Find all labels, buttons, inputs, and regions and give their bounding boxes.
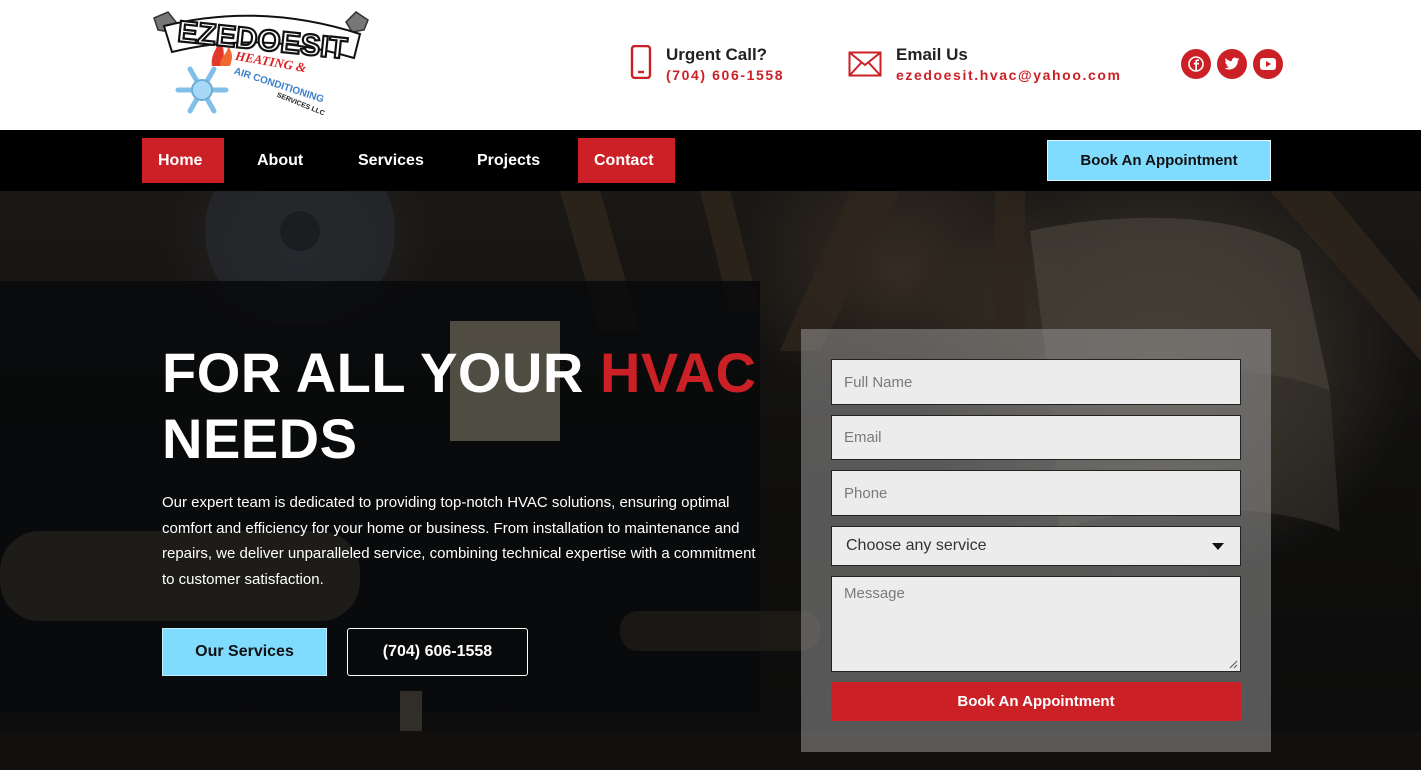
hero-section: FOR ALL YOUR HVAC NEEDS Our expert team i… xyxy=(0,191,1421,770)
urgent-call-title: Urgent Call? xyxy=(666,45,768,64)
nav-item-projects[interactable]: Projects xyxy=(461,138,556,183)
urgent-call-phone[interactable]: (704) 606-1558 xyxy=(666,65,784,85)
chevron-down-icon xyxy=(1212,542,1224,550)
youtube-icon[interactable] xyxy=(1253,49,1283,79)
email-address[interactable]: ezedoesit.hvac@yahoo.com xyxy=(896,65,1122,85)
full-name-field[interactable]: Full Name xyxy=(831,359,1241,405)
nav-item-contact[interactable]: Contact xyxy=(578,138,675,183)
site-header: EZEDOESIT HEATING & AIR CONDITIONING SER… xyxy=(0,0,1421,130)
service-select[interactable]: Choose any service xyxy=(831,526,1241,566)
email-field[interactable]: Email xyxy=(831,415,1241,460)
envelope-icon xyxy=(848,45,882,82)
appointment-form: Full Name Email Phone Choose any service… xyxy=(801,329,1271,752)
nav-book-appointment-button[interactable]: Book An Appointment xyxy=(1047,140,1271,181)
social-links xyxy=(1181,49,1283,79)
hero-headline: FOR ALL YOUR HVAC NEEDS xyxy=(162,340,802,472)
message-field[interactable]: Message xyxy=(831,576,1241,672)
service-select-value: Choose any service xyxy=(846,537,987,554)
call-phone-button[interactable]: (704) 606-1558 xyxy=(347,628,528,676)
email-block[interactable]: Email Us ezedoesit.hvac@yahoo.com xyxy=(848,45,1122,85)
twitter-icon[interactable] xyxy=(1217,49,1247,79)
hero-description: Our expert team is dedicated to providin… xyxy=(162,494,756,588)
company-logo[interactable]: EZEDOESIT HEATING & AIR CONDITIONING SER… xyxy=(150,8,372,117)
phone-field[interactable]: Phone xyxy=(831,470,1241,516)
facebook-icon[interactable] xyxy=(1181,49,1211,79)
message-placeholder: Message xyxy=(844,585,905,602)
headline-accent: HVAC xyxy=(599,341,757,404)
resize-grip-icon[interactable] xyxy=(1228,659,1238,669)
headline-part-1: FOR ALL YOUR xyxy=(162,341,600,404)
email-title: Email Us xyxy=(896,45,968,64)
submit-appointment-button[interactable]: Book An Appointment xyxy=(831,682,1241,721)
phone-icon xyxy=(630,44,652,84)
main-nav: Home About Services Projects Contact Boo… xyxy=(0,130,1421,191)
our-services-button[interactable]: Our Services xyxy=(162,628,327,676)
nav-item-services[interactable]: Services xyxy=(342,138,440,183)
nav-item-home[interactable]: Home xyxy=(142,138,224,183)
nav-item-about[interactable]: About xyxy=(241,138,319,183)
headline-part-2: NEEDS xyxy=(162,407,358,470)
urgent-call-block[interactable]: Urgent Call? (704) 606-1558 xyxy=(630,44,784,85)
